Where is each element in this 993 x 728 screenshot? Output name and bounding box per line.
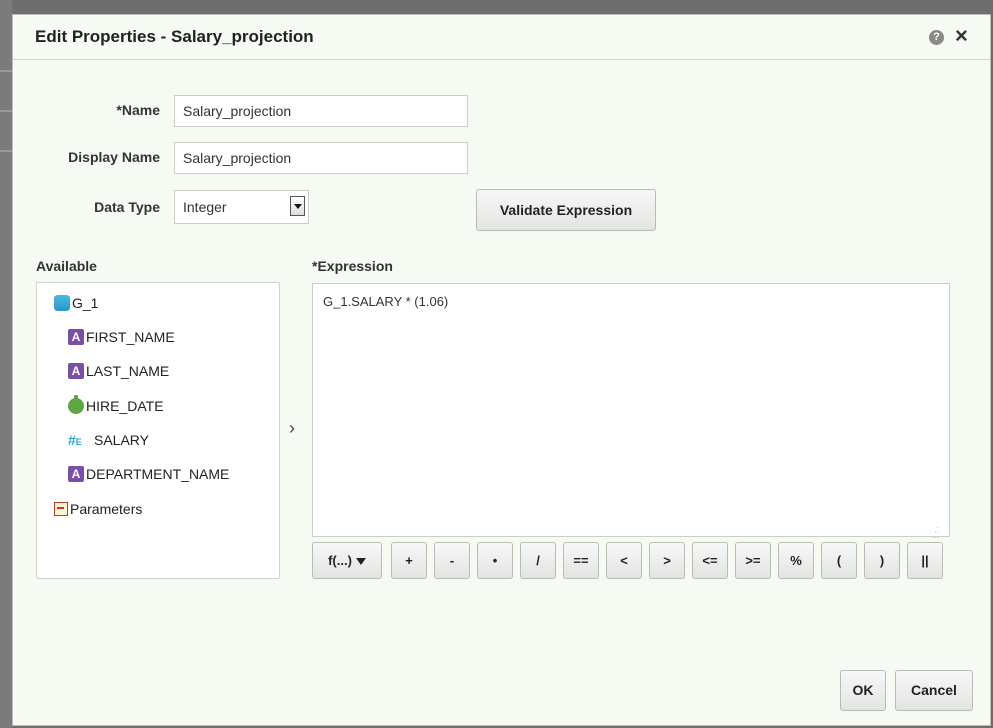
tree-item-field[interactable]: A FIRST_NAME bbox=[68, 329, 175, 345]
available-label: Available bbox=[36, 258, 97, 274]
cancel-button[interactable]: Cancel bbox=[895, 670, 973, 711]
close-icon[interactable]: × bbox=[955, 24, 968, 48]
parameters-icon bbox=[54, 502, 68, 516]
operator-greater-equal-button[interactable]: >= bbox=[735, 542, 771, 579]
dialog-title: Edit Properties - Salary_projection bbox=[35, 27, 314, 46]
expression-label: *Expression bbox=[312, 258, 393, 274]
tree-item-field[interactable]: #E SALARY bbox=[68, 432, 149, 448]
edit-properties-dialog: Edit Properties - Salary_projection ? × … bbox=[12, 14, 991, 726]
tree-item-field[interactable]: A DEPARTMENT_NAME bbox=[68, 466, 229, 482]
tree-item-g1[interactable]: G_1 bbox=[54, 295, 98, 311]
insert-field-arrow-icon[interactable]: › bbox=[289, 418, 295, 439]
number-type-icon: #E bbox=[68, 432, 92, 448]
operator-divide-button[interactable]: / bbox=[520, 542, 556, 579]
tree-item-label: FIRST_NAME bbox=[86, 329, 175, 345]
date-type-icon bbox=[68, 395, 84, 414]
tree-item-label: SALARY bbox=[94, 432, 149, 448]
number-icon-suffix: E bbox=[75, 437, 82, 447]
name-input[interactable] bbox=[174, 95, 468, 127]
operator-greater-than-button[interactable]: > bbox=[649, 542, 685, 579]
tree-item-parameters[interactable]: Parameters bbox=[54, 501, 142, 517]
dropdown-arrow-icon bbox=[355, 558, 366, 566]
ok-button[interactable]: OK bbox=[840, 670, 886, 711]
chevron-down-icon[interactable] bbox=[290, 196, 305, 216]
operator-close-paren-button[interactable]: ) bbox=[864, 542, 900, 579]
operator-equals-button[interactable]: == bbox=[563, 542, 599, 579]
operator-open-paren-button[interactable]: ( bbox=[821, 542, 857, 579]
database-icon bbox=[54, 295, 70, 311]
text-type-icon: A bbox=[68, 329, 84, 345]
display-name-label: Display Name bbox=[68, 149, 160, 165]
operator-modulo-button[interactable]: % bbox=[778, 542, 814, 579]
name-label: *Name bbox=[116, 102, 160, 118]
operator-plus-button[interactable]: + bbox=[391, 542, 427, 579]
tree-item-label: DEPARTMENT_NAME bbox=[86, 466, 230, 482]
tree-item-label: G_1 bbox=[72, 295, 99, 311]
tree-item-field[interactable]: HIRE_DATE bbox=[68, 395, 164, 414]
tree-item-field[interactable]: A LAST_NAME bbox=[68, 363, 169, 379]
operator-minus-button[interactable]: - bbox=[434, 542, 470, 579]
background-divider bbox=[0, 70, 12, 72]
available-fields-tree: G_1 A FIRST_NAME A LAST_NAME HIRE_DATE #… bbox=[36, 282, 280, 579]
expression-textarea[interactable]: G_1.SALARY * (1.06) bbox=[312, 283, 950, 537]
resize-grip-icon[interactable]: . ..... bbox=[932, 522, 944, 540]
help-icon[interactable]: ? bbox=[929, 30, 944, 45]
validate-expression-button[interactable]: Validate Expression bbox=[476, 189, 656, 231]
function-menu-button[interactable]: f(...) bbox=[312, 542, 382, 579]
tree-item-label: LAST_NAME bbox=[86, 363, 170, 379]
text-type-icon: A bbox=[68, 363, 84, 379]
operator-multiply-button[interactable]: • bbox=[477, 542, 513, 579]
operator-less-than-button[interactable]: < bbox=[606, 542, 642, 579]
operator-less-equal-button[interactable]: <= bbox=[692, 542, 728, 579]
tree-item-label: Parameters bbox=[70, 501, 143, 517]
number-icon-glyph: # bbox=[68, 432, 76, 448]
data-type-label: Data Type bbox=[94, 199, 160, 215]
data-type-select[interactable]: Integer bbox=[174, 190, 309, 224]
display-name-input[interactable] bbox=[174, 142, 468, 174]
tree-item-label: HIRE_DATE bbox=[86, 398, 164, 414]
dialog-titlebar: Edit Properties - Salary_projection ? × bbox=[13, 15, 990, 60]
operator-concat-button[interactable]: || bbox=[907, 542, 943, 579]
function-label: f(...) bbox=[328, 553, 352, 568]
data-type-value: Integer bbox=[183, 199, 227, 215]
text-type-icon: A bbox=[68, 466, 84, 482]
